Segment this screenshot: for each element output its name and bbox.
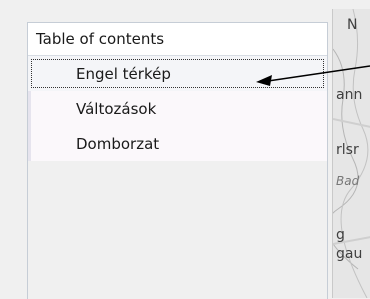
map-label-1: N (347, 17, 358, 33)
map-label-2: ann (336, 87, 363, 103)
toc-list: Engel térkép Változások Domborzat (28, 56, 327, 161)
map-label-4: Bad (336, 174, 360, 188)
map-label-5: g (336, 227, 345, 243)
toc-item-valtozasok[interactable]: Változások (28, 91, 327, 126)
toc-header: Table of contents (28, 23, 327, 56)
toc-item-engel-terkep[interactable]: Engel térkép (28, 56, 327, 91)
map-label-3: rlsr (336, 142, 359, 158)
map-label-6: gau (336, 246, 363, 262)
table-of-contents-panel: Table of contents Engel térkép Változáso… (27, 22, 328, 299)
map-preview[interactable]: N ann rlsr Bad g gau (332, 9, 370, 298)
toc-item-domborzat[interactable]: Domborzat (28, 126, 327, 161)
